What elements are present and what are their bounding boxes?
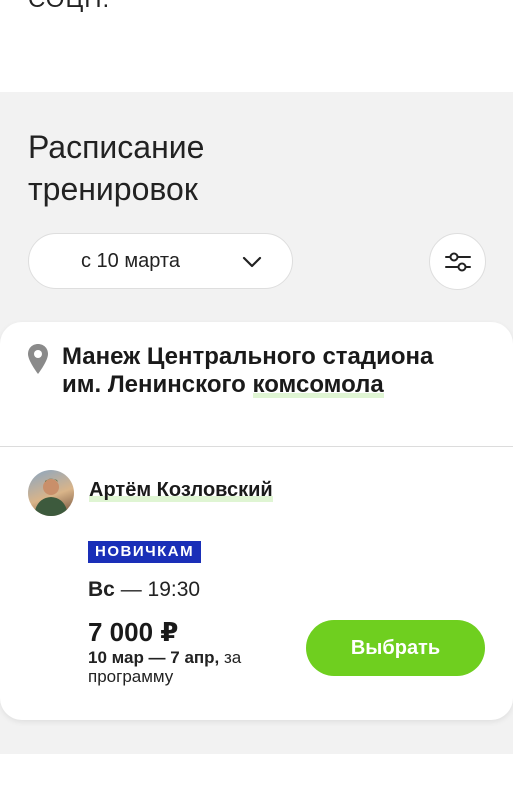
filter-button[interactable] xyxy=(429,233,486,290)
avatar-photo xyxy=(34,478,68,516)
date-filter-select[interactable]: с 10 марта xyxy=(28,233,293,289)
card-divider xyxy=(0,446,513,447)
choose-button[interactable]: Выбрать xyxy=(306,620,485,676)
trainer-avatar xyxy=(28,470,74,516)
previous-section-text-fragment: СОЦН. xyxy=(28,0,110,14)
section-title: Расписание тренировок xyxy=(28,129,205,207)
page: СОЦН. Расписание тренировок с 10 марта М… xyxy=(0,0,513,800)
program-dates: 10 мар — 7 апр, xyxy=(88,648,220,667)
schedule-time-value: 19:30 xyxy=(147,578,201,601)
schedule-separator: — xyxy=(114,578,148,601)
chevron-down-icon xyxy=(242,256,262,268)
venue-name-highlight: комсомола xyxy=(252,371,384,398)
schedule-time: Вс — 19:30 xyxy=(88,578,200,602)
trainer-name[interactable]: Артём Козловский xyxy=(89,479,273,502)
location-pin-icon xyxy=(28,344,48,374)
level-badge: НОВИЧКАМ xyxy=(88,541,202,563)
price: 7 000 ₽ xyxy=(88,617,179,647)
date-filter-value: с 10 марта xyxy=(81,250,180,272)
schedule-day: Вс xyxy=(88,578,115,601)
program-period: 10 мар — 7 апр, за программу xyxy=(88,648,278,686)
sliders-icon xyxy=(445,252,471,272)
venue-name: Манеж Центрального стадиона им. Ленинско… xyxy=(62,343,442,399)
